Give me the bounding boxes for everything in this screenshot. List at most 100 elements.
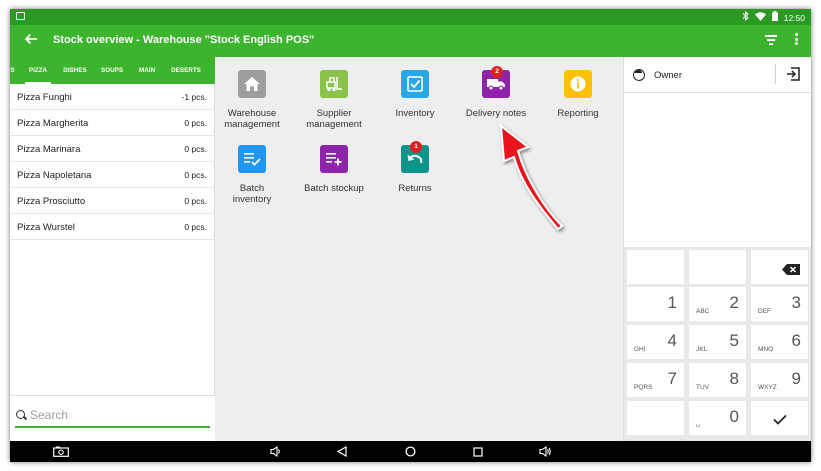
key-7[interactable]: PQRS 7 — [627, 363, 684, 397]
key-number: 6 — [791, 331, 801, 350]
list-item[interactable]: Pizza Marinara 0 pcs. — [10, 136, 215, 162]
back-icon[interactable] — [335, 444, 349, 459]
key-3[interactable]: DEF 3 — [751, 287, 808, 321]
key-backspace[interactable] — [751, 250, 808, 284]
menu-label: Reporting — [557, 108, 599, 119]
product-name: Pizza Funghi — [17, 92, 72, 103]
menu-returns[interactable]: 1 Returns — [370, 141, 460, 215]
logout-icon[interactable] — [786, 67, 800, 81]
product-qty: 0 pcs. — [184, 144, 207, 154]
menu-label: Warehouse management — [224, 108, 280, 130]
tab-soups[interactable]: SOUPS — [96, 57, 128, 84]
divider — [775, 64, 776, 84]
notification-badge: 2 — [491, 66, 503, 78]
menu-batch-inventory[interactable]: Batch inventory — [207, 145, 297, 215]
list-item[interactable]: Pizza Funghi -1 pcs. — [10, 84, 215, 110]
recents-icon[interactable] — [471, 444, 485, 459]
key-5[interactable]: JKL 5 — [689, 325, 746, 359]
app-bar: Stock overview - Warehouse "Stock Englis… — [10, 25, 811, 57]
bluetooth-icon — [742, 10, 749, 24]
backspace-icon — [782, 262, 800, 280]
product-name: Pizza Prosciutto — [17, 196, 86, 207]
tab-main[interactable]: MAIN — [132, 57, 162, 84]
key-0[interactable]: ␣ 0 — [689, 401, 746, 435]
numeric-keypad: 1 ABC 2 DEF 3 GHI 4 JKL 5 MNO 6 PQRS 7 T… — [624, 247, 811, 441]
tab-category[interactable]: S — [10, 57, 17, 84]
list-item[interactable]: Pizza Napoletana 0 pcs. — [10, 162, 215, 188]
tab-pizza[interactable]: PIZZA — [22, 57, 54, 84]
key-number: 8 — [729, 369, 739, 388]
volume-up-icon[interactable] — [537, 444, 553, 459]
product-qty: -1 pcs. — [181, 92, 207, 102]
key-blank[interactable] — [689, 250, 746, 284]
key-6[interactable]: MNO 6 — [751, 325, 808, 359]
tab-dishes[interactable]: DISHES — [58, 57, 92, 84]
app-window: 12:50 Stock overview - Warehouse "Stock … — [10, 9, 811, 462]
check-icon — [773, 412, 787, 430]
list-add-icon — [320, 145, 348, 173]
key-9[interactable]: WXYZ 9 — [751, 363, 808, 397]
status-time: 12:50 — [783, 12, 805, 23]
battery-icon — [771, 11, 778, 24]
list-item[interactable]: Pizza Wurstel 0 pcs. — [10, 214, 215, 240]
menu-warehouse-management[interactable]: Warehouse management — [207, 70, 297, 140]
category-tabs: S PIZZA DISHES SOUPS MAIN DESERTS — [10, 57, 215, 84]
key-number: 5 — [729, 331, 739, 350]
key-letters: WXYZ — [758, 384, 777, 391]
key-4[interactable]: GHI 4 — [627, 325, 684, 359]
key-letters: ABC — [696, 308, 710, 315]
menu-label: Inventory — [395, 108, 435, 119]
home-circle-icon[interactable] — [403, 444, 417, 459]
list-item[interactable]: Pizza Margherita 0 pcs. — [10, 110, 215, 136]
key-blank[interactable] — [627, 250, 684, 284]
product-qty: 0 pcs. — [184, 196, 207, 206]
menu-batch-stockup[interactable]: Batch stockup — [289, 145, 379, 215]
menu-label: Delivery notes — [465, 108, 527, 119]
owner-bar: Owner — [624, 57, 811, 93]
more-vert-icon[interactable] — [793, 33, 799, 49]
key-1[interactable]: 1 — [627, 287, 684, 321]
owner-name: Owner — [654, 70, 682, 81]
wifi-icon — [754, 11, 766, 24]
key-blank[interactable] — [627, 401, 684, 435]
key-letters: DEF — [758, 308, 771, 315]
search-bar — [10, 395, 215, 441]
volume-down-icon[interactable] — [268, 444, 282, 459]
key-2[interactable]: ABC 2 — [689, 287, 746, 321]
key-8[interactable]: TUV 8 — [689, 363, 746, 397]
page-title: Stock overview - Warehouse "Stock Englis… — [53, 34, 315, 46]
list-check-icon — [238, 145, 266, 173]
key-number: 0 — [729, 407, 739, 426]
key-number: 1 — [667, 293, 677, 312]
search-icon — [16, 410, 25, 419]
menu-label: Batch inventory — [232, 183, 272, 205]
key-letters: ␣ — [696, 420, 701, 427]
product-panel: S PIZZA DISHES SOUPS MAIN DESERTS Pizza … — [10, 57, 215, 441]
search-input[interactable] — [30, 405, 208, 425]
list-item[interactable]: Pizza Prosciutto 0 pcs. — [10, 188, 215, 214]
menu-label: Batch stockup — [304, 183, 364, 194]
back-arrow-icon[interactable] — [24, 32, 38, 50]
key-number: 2 — [729, 293, 739, 312]
filter-icon[interactable] — [765, 35, 777, 47]
screenshot-icon — [16, 12, 25, 20]
forklift-icon — [320, 70, 348, 98]
menu-delivery-notes[interactable]: 2 Delivery notes — [451, 66, 541, 140]
checkbox-icon — [401, 70, 429, 98]
right-panel: Owner 1 ABC 2 DEF 3 GHI 4 JKL 5 MNO 6 PQ… — [623, 57, 811, 441]
tab-deserts[interactable]: DESERTS — [166, 57, 206, 84]
menu-reporting[interactable]: Reporting — [533, 70, 623, 140]
menu-label: Returns — [398, 183, 432, 194]
menu-inventory[interactable]: Inventory — [370, 70, 460, 140]
product-name: Pizza Napoletana — [17, 170, 92, 181]
menu-supplier-management[interactable]: Supplier management — [289, 70, 379, 140]
screenshot-icon[interactable] — [52, 444, 70, 459]
product-qty: 0 pcs. — [184, 222, 207, 232]
product-name: Pizza Margherita — [17, 118, 89, 129]
key-letters: GHI — [634, 346, 646, 353]
product-name: Pizza Wurstel — [17, 222, 75, 233]
info-icon — [564, 70, 592, 98]
key-letters: TUV — [696, 384, 709, 391]
home-icon — [238, 70, 266, 98]
key-confirm[interactable] — [751, 401, 808, 435]
